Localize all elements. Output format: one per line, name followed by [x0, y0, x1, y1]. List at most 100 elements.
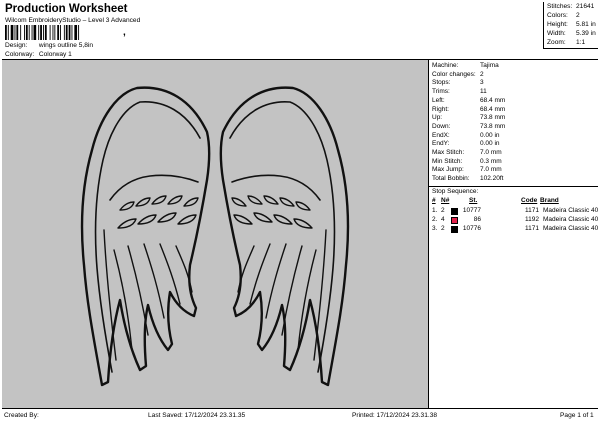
stats-box: Stitches: 21641 Colors: 2 Height: 5.81 in W… — [543, 2, 598, 49]
info-label: Max Jump: — [432, 166, 464, 174]
barcode-bar — [71, 25, 73, 40]
machine-info-row: Left: 68.4 mm — [432, 97, 505, 104]
barcode-bar — [20, 25, 22, 40]
info-label: EndX: — [432, 131, 450, 139]
stat-zoom: Zoom: 1:1 — [547, 39, 586, 46]
stop-row-stitches: 86 — [473, 216, 481, 223]
stop-row-brand: Madeira Classic 40 — [543, 225, 599, 232]
barcode-bar — [63, 25, 65, 40]
stop-row-number: 3. — [432, 225, 438, 232]
info-value: 7.0 mm — [480, 149, 502, 156]
machine-info-row: Min Stitch: 0.3 mm — [432, 158, 502, 165]
stop-row-brand: Madeira Classic 40 — [543, 216, 599, 223]
barcode-bar — [49, 25, 51, 40]
info-value: 73.8 mm — [480, 114, 506, 122]
barcode-bar — [5, 25, 7, 40]
thread-color-swatch — [451, 225, 458, 233]
info-value: 68.4 mm — [480, 105, 506, 113]
machine-info-row: Right: 68.4 mm — [432, 106, 505, 113]
info-label: Min Stitch: — [432, 157, 463, 165]
stop-row-brand: Madeira Classic 40 — [543, 207, 599, 214]
stop-sequence-title: Stop Sequence: — [432, 188, 479, 195]
barcode-bar — [33, 25, 37, 40]
machine-info-row: EndY: 0.00 in — [432, 140, 500, 147]
barcode-bar — [14, 25, 16, 40]
page-title: Production Worksheet — [5, 3, 128, 15]
footer-last-saved: Last Saved: 17/12/2024 23.31.35 — [148, 412, 246, 419]
stop-row-needle: 2 — [441, 225, 445, 232]
barcode-bar — [60, 25, 61, 40]
barcode-bar — [68, 25, 71, 40]
col-header-st: St. — [469, 197, 478, 204]
stop-row-number: 1. — [432, 207, 438, 214]
info-value: 102.20ft — [480, 175, 504, 183]
info-value: 68.4 mm — [480, 96, 506, 104]
stop-row-stitches: 10777 — [462, 207, 481, 214]
barcode-tail: , — [123, 27, 126, 38]
stop-row-code: 1192 — [525, 216, 539, 223]
barcode-bar — [78, 25, 80, 40]
barcode-bar — [28, 25, 30, 40]
col-header-brand: Brand — [540, 197, 559, 204]
barcode-bar — [24, 25, 25, 40]
machine-info-row: Total Bobbin: 102.20ft — [432, 175, 504, 182]
barcode-bar — [57, 25, 60, 40]
worksheet-page: Production Worksheet Wilcom EmbroiderySt… — [2, 2, 598, 422]
info-value: 73.8 mm — [480, 122, 506, 130]
machine-info-row: Color changes: 2 — [432, 71, 484, 78]
left-wing — [80, 86, 211, 387]
software-name: Wilcom EmbroideryStudio – Level 3 Advanc… — [5, 17, 141, 24]
barcode-bar — [31, 25, 33, 40]
info-value: 0.00 in — [480, 140, 500, 148]
stop-row-needle: 4 — [441, 216, 445, 223]
info-label: Down: — [432, 122, 451, 130]
footer-created-by: Created By: — [4, 412, 39, 419]
barcode-bar — [54, 25, 56, 40]
barcode-bar — [74, 25, 78, 40]
info-label: Machine: — [432, 62, 459, 69]
machine-info-row: Machine: Tajima — [432, 62, 499, 69]
stat-colors: Colors: 2 — [547, 12, 580, 19]
machine-info-row: EndX: 0.00 in — [432, 132, 500, 139]
machine-info-row: Max Stitch: 7.0 mm — [432, 149, 502, 156]
colorway-value: Colorway 1 — [38, 51, 72, 58]
barcode-bar — [44, 25, 47, 40]
barcode — [5, 25, 80, 40]
machine-info-row: Stops: 3 — [432, 79, 484, 86]
machine-info-row: Up: 73.8 mm — [432, 114, 505, 121]
barcode-bar — [38, 25, 40, 40]
thread-color-swatch — [451, 207, 458, 215]
design-preview — [2, 59, 429, 409]
info-value: 11 — [480, 88, 487, 96]
info-value: 0.3 mm — [480, 157, 502, 165]
info-value: Tajima — [480, 62, 499, 69]
design-row: Design: wings outline 5,8in — [5, 42, 93, 49]
info-label: Left: — [432, 96, 445, 104]
barcode-bar — [10, 25, 14, 40]
barcode-bar — [40, 25, 42, 40]
thread-color-swatch — [451, 216, 458, 224]
stop-row-code: 1171 — [525, 225, 539, 232]
colorway-row: Colorway: Colorway 1 — [5, 51, 72, 58]
info-value: 2 — [480, 70, 484, 78]
info-label: Trims: — [432, 88, 450, 96]
info-value: 0.00 in — [480, 131, 500, 139]
wings-design — [80, 86, 350, 387]
stat-height: Height: 5.81 in — [547, 21, 596, 28]
barcode-bar — [43, 25, 44, 40]
barcode-bar — [52, 25, 54, 40]
stat-stitches: Stitches: 21641 — [547, 3, 595, 10]
footer-printed: Printed: 17/12/2024 23.31.38 — [352, 412, 438, 419]
machine-info-row: Max Jump: 7.0 mm — [432, 166, 502, 173]
divider — [429, 186, 598, 187]
stop-row-stitches: 10776 — [462, 225, 481, 232]
machine-info-row: Trims: 11 — [432, 88, 487, 95]
info-label: EndY: — [432, 140, 450, 148]
right-wing — [219, 86, 350, 387]
stop-row-code: 1171 — [525, 207, 539, 214]
design-value: wings outline 5,8in — [38, 42, 94, 49]
info-value: 7.0 mm — [480, 166, 502, 174]
stop-row-number: 2. — [432, 216, 438, 223]
info-label: Total Bobbin: — [432, 175, 470, 183]
footer-page: Page 1 of 1 — [560, 412, 594, 419]
